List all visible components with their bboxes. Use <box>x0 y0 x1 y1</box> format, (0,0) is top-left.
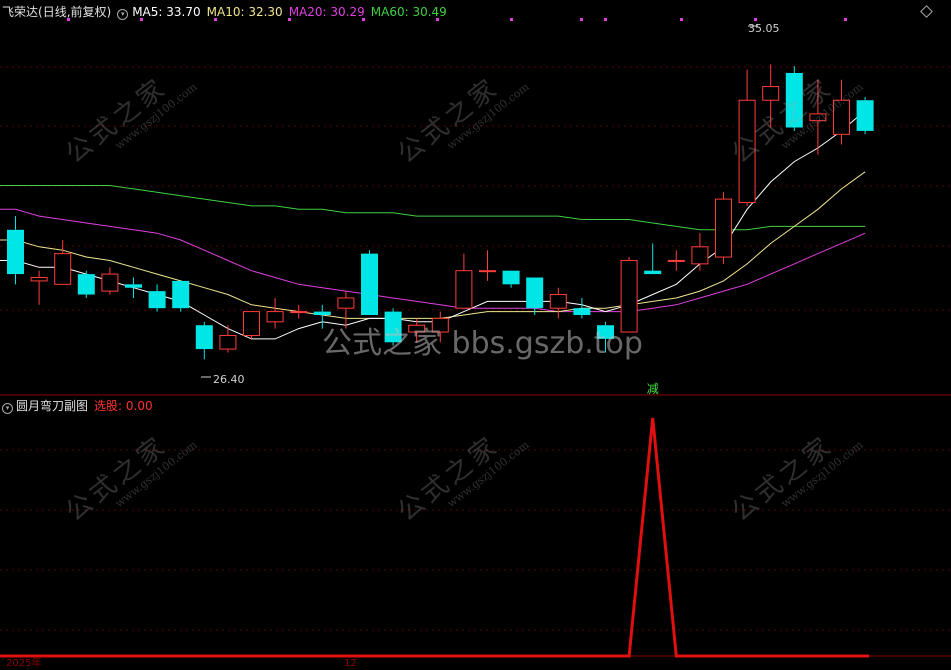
candle-body <box>667 259 685 262</box>
candle-body <box>101 273 119 292</box>
high-price-label: 35.05 <box>748 22 780 35</box>
candle-body <box>809 113 827 122</box>
candle-body <box>195 325 213 350</box>
candle-body <box>691 246 709 265</box>
sub-panel-header: ▾ 圆月弯刀副图 选股: 0.00 <box>2 399 159 414</box>
candle-body <box>290 311 308 314</box>
x-axis-label: 2025年 <box>6 656 41 669</box>
ma5-line <box>0 110 866 340</box>
candle-body <box>266 311 284 323</box>
candle-body <box>313 311 331 315</box>
candle-body <box>54 253 72 285</box>
candle-body <box>573 308 591 315</box>
xuangu-indicator <box>0 417 870 658</box>
candle-body <box>148 291 166 309</box>
candlesticks <box>7 64 874 360</box>
candle-body <box>644 270 662 275</box>
period-label[interactable]: (日线,前复权) <box>38 5 111 19</box>
candle-body <box>597 325 614 339</box>
xuangu-line <box>0 417 870 658</box>
candle-body <box>856 100 874 131</box>
settings-icon[interactable]: ▾ <box>117 9 129 20</box>
ma10-line <box>0 171 866 319</box>
marker-dot <box>844 18 847 21</box>
ma60-label: MA60: 30.49 <box>370 5 447 19</box>
candle-body <box>738 99 756 203</box>
grid-lines <box>0 66 951 631</box>
candle-body <box>408 324 426 333</box>
ma20-label: MA20: 30.29 <box>288 5 365 19</box>
candle-body <box>172 280 190 309</box>
candle-body <box>455 270 473 309</box>
candle-body <box>833 99 850 135</box>
chart-canvas: 35.05 26.40 减 2025年 12 <box>0 18 951 669</box>
marker-dot <box>510 18 513 21</box>
marker-dot <box>580 18 583 21</box>
candle-body <box>762 86 780 101</box>
candle-body <box>361 253 378 315</box>
candle-body <box>620 259 638 333</box>
ma5-label: MA5: 33.70 <box>132 5 201 19</box>
marker-dot <box>754 18 757 21</box>
moving-average-lines <box>0 110 866 340</box>
candle-body <box>384 311 402 343</box>
sub-panel-title[interactable]: 圆月弯刀副图 <box>16 399 88 413</box>
low-price-label: 26.40 <box>213 373 245 386</box>
candle-body <box>715 198 732 258</box>
signal-label: 减 <box>647 382 659 396</box>
ma60-line <box>0 185 866 231</box>
main-panel-header: 飞荣达(日线,前复权) ▾ MA5: 33.70 MA10: 32.30 MA20: 3… <box>2 5 453 20</box>
candle-body <box>30 277 48 282</box>
marker-dot <box>680 18 683 21</box>
stock-name[interactable]: 飞荣达 <box>2 5 38 19</box>
ma10-label: MA10: 32.30 <box>206 5 283 19</box>
candle-body <box>549 294 567 309</box>
marker-dot <box>604 18 607 21</box>
candle-body <box>431 317 449 333</box>
x-axis-label: 12 <box>344 658 357 669</box>
ma20-line <box>0 208 866 313</box>
candle-body <box>337 297 355 309</box>
candle-body <box>785 72 803 128</box>
candle-body <box>243 311 260 336</box>
xuangu-label: 选股: 0.00 <box>94 399 153 413</box>
candle-body <box>219 334 237 350</box>
candle-body <box>125 284 142 288</box>
candle-body <box>526 277 544 309</box>
candle-body <box>479 270 496 273</box>
candle-body <box>77 274 95 295</box>
candle-body <box>7 229 24 275</box>
candle-body <box>502 270 520 285</box>
settings-icon[interactable]: ▾ <box>2 403 13 414</box>
